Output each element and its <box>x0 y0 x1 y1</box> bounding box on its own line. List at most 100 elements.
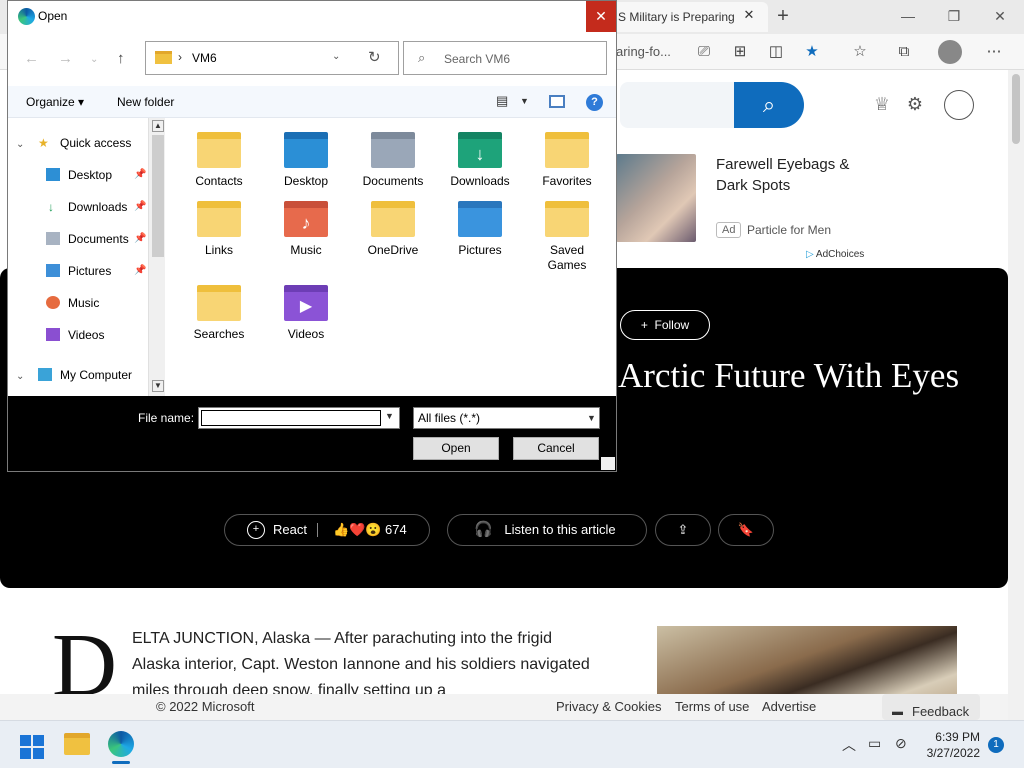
share-button[interactable]: ⇪ <box>655 514 711 546</box>
save-button[interactable]: 🔖 <box>718 514 774 546</box>
file-item-documents[interactable]: Documents <box>355 132 431 189</box>
tab-close-icon[interactable]: ✕ <box>740 6 758 24</box>
advertise-link[interactable]: Advertise <box>762 699 816 714</box>
breadcrumb[interactable]: › VM6 ⌄ ↻ <box>145 41 399 75</box>
forward-icon[interactable]: → <box>58 50 73 67</box>
url-field[interactable]: aring-fo... <box>616 42 696 62</box>
display-icon[interactable]: ▭ <box>868 735 881 752</box>
split-screen-icon[interactable]: ◫ <box>764 40 788 64</box>
sidebar-item-pictures[interactable]: Pictures 📌 <box>46 260 148 282</box>
sidebar-item-quick-access[interactable]: ⌄ ★ Quick access <box>16 132 148 154</box>
read-aloud-icon[interactable]: ⎚ <box>692 40 716 64</box>
msn-search-input[interactable] <box>620 82 736 128</box>
sidebar-item-desktop[interactable]: Desktop 📌 <box>46 164 148 186</box>
tray-chevron-icon[interactable]: ︿ <box>842 735 856 755</box>
breadcrumb-item[interactable]: VM6 <box>192 51 217 65</box>
new-tab-button[interactable]: + <box>772 4 794 28</box>
expand-chevron-icon[interactable]: ⌄ <box>16 139 24 150</box>
file-item-videos[interactable]: ▶ Videos <box>268 285 344 342</box>
preview-pane-icon[interactable] <box>549 95 565 108</box>
react-button[interactable]: + React 👍❤️😮 674 <box>224 514 430 546</box>
file-explorer-icon[interactable] <box>64 733 90 755</box>
chevron-down-icon[interactable]: ▼ <box>385 411 394 421</box>
search-button[interactable]: ⌕ <box>734 82 804 128</box>
file-item-contacts[interactable]: Contacts <box>181 132 257 189</box>
new-folder-button[interactable]: New folder <box>117 95 174 109</box>
refresh-icon[interactable]: ↻ <box>368 48 381 66</box>
ad-title[interactable]: Farewell Eyebags & Dark Spots <box>716 154 876 196</box>
file-label: Music <box>290 243 322 257</box>
profile-icon[interactable] <box>938 40 962 64</box>
collections-icon[interactable]: ⧉ <box>892 40 916 64</box>
music-icon <box>46 296 60 309</box>
dialog-close-button[interactable]: ✕ <box>586 1 616 32</box>
file-item-desktop[interactable]: Desktop <box>268 132 344 189</box>
recent-dropdown-icon[interactable]: ⌄ <box>90 54 98 65</box>
sidebar-item-music[interactable]: Music <box>46 292 148 314</box>
settings-gear-icon[interactable]: ⚙ <box>903 92 927 116</box>
dialog-titlebar[interactable]: Open ✕ <box>8 1 616 32</box>
scrollbar-thumb[interactable] <box>152 135 164 257</box>
edge-icon[interactable] <box>108 731 134 757</box>
favorites-icon[interactable]: ☆ <box>848 40 872 64</box>
file-name-value[interactable] <box>201 410 381 426</box>
file-item-saved-games[interactable]: Saved Games <box>529 201 605 273</box>
ad-sponsor[interactable]: Particle for Men <box>747 223 831 237</box>
privacy-link[interactable]: Privacy & Cookies <box>556 699 661 714</box>
scroll-down-icon[interactable]: ▼ <box>152 380 164 392</box>
file-item-favorites[interactable]: Favorites <box>529 132 605 189</box>
chevron-down-icon: ▼ <box>587 413 596 423</box>
favorite-star-icon[interactable]: ★ <box>800 40 824 64</box>
clock-date[interactable]: 3/27/2022 <box>918 746 980 760</box>
organize-button[interactable]: Organize ▾ <box>26 95 84 109</box>
sidebar-item-videos[interactable]: Videos <box>46 324 148 346</box>
follow-button[interactable]: + Follow <box>620 310 710 340</box>
chevron-down-icon[interactable]: ⌄ <box>332 51 340 62</box>
minimize-button[interactable]: — <box>888 4 928 28</box>
feedback-button[interactable]: ▬ Feedback <box>882 694 980 720</box>
scrollbar-thumb[interactable] <box>1012 74 1020 144</box>
start-button[interactable] <box>20 735 44 759</box>
terms-link[interactable]: Terms of use <box>675 699 749 714</box>
maximize-button[interactable]: ❐ <box>934 4 974 28</box>
notification-badge[interactable]: 1 <box>988 737 1004 753</box>
nav-scrollbar[interactable]: ▲ ▼ <box>148 118 165 396</box>
cancel-button[interactable]: Cancel <box>513 437 599 460</box>
file-item-searches[interactable]: Searches <box>181 285 257 342</box>
view-icon[interactable]: ▤ <box>496 93 508 109</box>
chevron-right-icon[interactable]: › <box>178 50 182 64</box>
file-name-input[interactable]: ▼ <box>198 407 400 429</box>
page-scrollbar[interactable] <box>1008 70 1024 720</box>
file-item-pictures[interactable]: Pictures <box>442 201 518 258</box>
file-item-links[interactable]: Links <box>181 201 257 258</box>
window-close-button[interactable]: ✕ <box>980 4 1020 28</box>
resize-grip-icon[interactable] <box>601 457 615 470</box>
sidebar-item-documents[interactable]: Documents 📌 <box>46 228 148 250</box>
open-button[interactable]: Open <box>413 437 499 460</box>
more-icon[interactable]: ⋯ <box>982 40 1006 64</box>
adchoices-link[interactable]: ▷ AdChoices <box>806 249 864 260</box>
back-icon[interactable]: ← <box>24 50 39 67</box>
network-icon[interactable]: ⊘ <box>895 735 907 752</box>
expand-chevron-icon[interactable]: ⌄ <box>16 371 24 382</box>
file-label: Favorites <box>542 174 592 188</box>
listen-button[interactable]: 🎧 Listen to this article <box>447 514 647 546</box>
up-icon[interactable]: ↑ <box>117 50 125 67</box>
view-dropdown-icon[interactable]: ▼ <box>520 96 529 106</box>
rewards-icon[interactable]: ♕ <box>870 92 894 116</box>
file-item-downloads[interactable]: ↓ Downloads <box>442 132 518 189</box>
clock-time[interactable]: 6:39 PM <box>928 730 980 744</box>
apps-icon[interactable]: ⊞ <box>728 40 752 64</box>
ad-image[interactable] <box>616 154 696 242</box>
file-item-music[interactable]: ♪ Music <box>268 201 344 258</box>
sidebar-item-downloads[interactable]: ↓ Downloads 📌 <box>46 196 148 218</box>
sidebar-item-my-computer[interactable]: ⌄ My Computer <box>16 364 148 386</box>
file-type-select[interactable]: All files (*.*) ▼ <box>413 407 600 429</box>
scroll-up-icon[interactable]: ▲ <box>152 120 164 132</box>
feedback-icon: ▬ <box>892 706 903 718</box>
search-input[interactable]: ⌕ Search VM6 <box>403 41 607 75</box>
file-item-onedrive[interactable]: OneDrive <box>355 201 431 258</box>
dialog-footer: File name: ▼ All files (*.*) ▼ Open Canc… <box>8 396 616 471</box>
help-icon[interactable]: ? <box>586 94 603 111</box>
sign-in-icon[interactable] <box>944 90 974 120</box>
